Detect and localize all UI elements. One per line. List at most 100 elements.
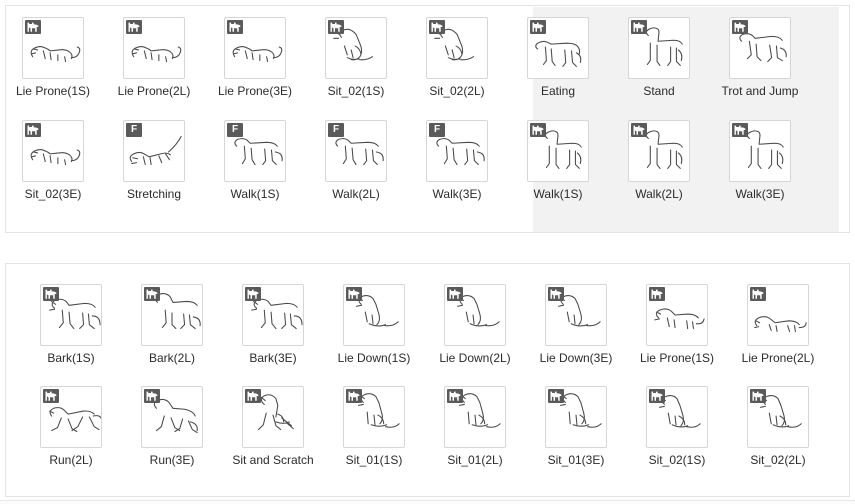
motion-item[interactable]: Lie Down(3E)	[526, 284, 626, 365]
motion-thumbnail[interactable]	[545, 386, 607, 448]
motion-item[interactable]: Sit_02(2L)	[407, 17, 507, 98]
motion-thumbnail[interactable]	[628, 17, 690, 79]
letter-f-icon: F	[227, 123, 243, 137]
motion-item[interactable]: Run(3E)	[122, 386, 222, 467]
dog-icon	[750, 389, 766, 403]
motion-item[interactable]: Bark(1S)	[21, 284, 121, 365]
letter-f-glyph: F	[231, 124, 239, 135]
motion-item[interactable]: F Stretching	[104, 120, 204, 201]
letter-f-icon: F	[429, 123, 445, 137]
letter-f-glyph: F	[332, 124, 340, 135]
motion-item-label: Sit_02(3E)	[24, 187, 82, 201]
motion-item[interactable]: Sit_02(1S)	[306, 17, 406, 98]
motion-item[interactable]: Stand	[609, 17, 709, 98]
motion-item[interactable]: Sit_01(1S)	[324, 386, 424, 467]
motion-item-label: Lie Prone(3E)	[217, 84, 293, 98]
dog-icon	[328, 20, 344, 34]
motion-item[interactable]: Sit_01(2L)	[425, 386, 525, 467]
motion-thumbnail[interactable]	[22, 17, 84, 79]
motion-thumbnail[interactable]	[747, 386, 809, 448]
motion-item[interactable]: F Walk(2L)	[306, 120, 406, 201]
motion-item-label: Walk(3E)	[735, 187, 785, 201]
motion-thumbnail[interactable]	[40, 284, 102, 346]
dog-icon	[750, 287, 766, 301]
motion-thumbnail[interactable]: F	[224, 120, 286, 182]
motion-thumbnail[interactable]	[527, 17, 589, 79]
letter-f-icon: F	[126, 123, 142, 137]
dog-icon	[245, 287, 261, 301]
motion-item[interactable]: Bark(3E)	[223, 284, 323, 365]
motion-item[interactable]: Lie Prone(2L)	[104, 17, 204, 98]
motion-thumbnail[interactable]	[343, 386, 405, 448]
motion-thumbnail[interactable]	[444, 386, 506, 448]
motion-thumbnail[interactable]	[123, 17, 185, 79]
motion-item[interactable]: Trot and Jump	[710, 17, 810, 98]
motion-item[interactable]: Walk(2L)	[609, 120, 709, 201]
motion-item[interactable]: Walk(1S)	[508, 120, 608, 201]
motion-thumbnail[interactable]	[747, 284, 809, 346]
motion-item[interactable]: Eating	[508, 17, 608, 98]
motion-thumbnail[interactable]	[444, 284, 506, 346]
dog-icon	[25, 20, 41, 34]
motion-thumbnail[interactable]: F	[426, 120, 488, 182]
motion-item-label: Lie Down(2L)	[439, 351, 511, 365]
motion-thumbnail[interactable]	[325, 17, 387, 79]
motion-thumbnail[interactable]	[729, 17, 791, 79]
motion-thumbnail[interactable]	[141, 284, 203, 346]
motion-item[interactable]: Sit_02(2L)	[728, 386, 828, 467]
motion-item[interactable]: Sit_02(1S)	[627, 386, 727, 467]
letter-f-icon: F	[328, 123, 344, 137]
dog-icon	[429, 20, 445, 34]
dog-icon	[447, 389, 463, 403]
motion-item[interactable]: Lie Prone(2L)	[728, 284, 828, 365]
motion-thumbnail[interactable]	[40, 386, 102, 448]
motion-thumbnail[interactable]: F	[123, 120, 185, 182]
motion-thumbnail[interactable]	[343, 284, 405, 346]
motion-library-page: Lie Prone(1S) Lie Prone(2L) Lie Prone(3E) S…	[0, 0, 855, 504]
motion-item-label: Sit_02(1S)	[648, 453, 706, 467]
motion-item-label: Walk(3E)	[432, 187, 482, 201]
motion-item-label: Eating	[540, 84, 576, 98]
motion-item-label: Lie Prone(1S)	[15, 84, 91, 98]
motion-item[interactable]: Sit_02(3E)	[6, 120, 103, 201]
dog-icon	[631, 20, 647, 34]
thumbnail-grid-2: Bark(1S) Bark(2L) Bark(3E) Lie Down(1S) Lie …	[6, 264, 849, 496]
motion-item[interactable]: F Walk(1S)	[205, 120, 305, 201]
motion-thumbnail[interactable]	[646, 284, 708, 346]
motion-item[interactable]: Lie Down(2L)	[425, 284, 525, 365]
motion-item-label: Sit_01(1S)	[345, 453, 403, 467]
dog-icon	[25, 123, 41, 137]
motion-thumbnail[interactable]	[628, 120, 690, 182]
motion-item-label: Sit_01(3E)	[547, 453, 605, 467]
dog-icon	[530, 20, 546, 34]
motion-item-label: Run(2L)	[49, 453, 93, 467]
dog-icon	[447, 287, 463, 301]
motion-thumbnail[interactable]	[426, 17, 488, 79]
dog-icon	[649, 389, 665, 403]
motion-library-panel-1: Lie Prone(1S) Lie Prone(2L) Lie Prone(3E) S…	[5, 5, 850, 233]
motion-item-label: Lie Prone(2L)	[117, 84, 191, 98]
motion-item-label: Lie Down(1S)	[337, 351, 411, 365]
motion-item[interactable]: Lie Prone(1S)	[627, 284, 727, 365]
motion-thumbnail[interactable]	[646, 386, 708, 448]
motion-item[interactable]: F Walk(3E)	[407, 120, 507, 201]
motion-item[interactable]: Sit and Scratch	[223, 386, 323, 467]
motion-thumbnail[interactable]	[224, 17, 286, 79]
motion-thumbnail[interactable]	[242, 386, 304, 448]
motion-item-label: Walk(1S)	[533, 187, 583, 201]
motion-thumbnail[interactable]	[22, 120, 84, 182]
motion-item[interactable]: Run(2L)	[21, 386, 121, 467]
motion-thumbnail[interactable]	[729, 120, 791, 182]
motion-item-label: Lie Down(3E)	[539, 351, 613, 365]
motion-thumbnail[interactable]: F	[325, 120, 387, 182]
motion-thumbnail[interactable]	[527, 120, 589, 182]
motion-item[interactable]: Sit_01(3E)	[526, 386, 626, 467]
motion-item[interactable]: Bark(2L)	[122, 284, 222, 365]
motion-item[interactable]: Lie Down(1S)	[324, 284, 424, 365]
motion-item[interactable]: Lie Prone(1S)	[6, 17, 103, 98]
motion-thumbnail[interactable]	[141, 386, 203, 448]
motion-thumbnail[interactable]	[545, 284, 607, 346]
motion-item[interactable]: Lie Prone(3E)	[205, 17, 305, 98]
motion-item[interactable]: Walk(3E)	[710, 120, 810, 201]
motion-thumbnail[interactable]	[242, 284, 304, 346]
